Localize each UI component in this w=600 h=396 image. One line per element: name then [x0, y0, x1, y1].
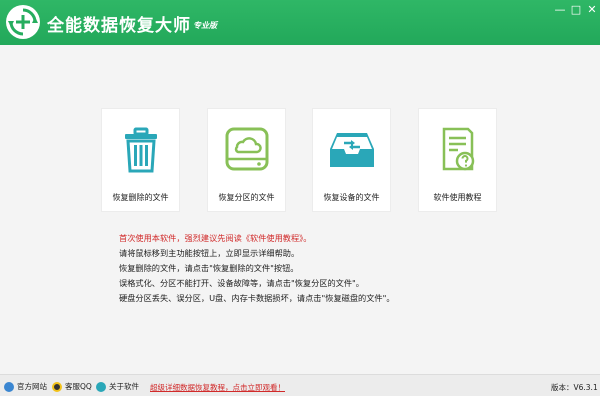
globe-icon	[4, 381, 14, 392]
info-icon	[96, 381, 106, 392]
trash-bin-icon	[102, 123, 179, 175]
version-number: V6.3.1	[573, 383, 598, 392]
recover-device-files-button[interactable]: 恢复设备的文件	[312, 108, 391, 212]
about-software-label: 关于软件	[109, 382, 139, 391]
hard-drive-icon	[208, 123, 285, 175]
main-panel: 恢复删除的文件 恢复分区的文件 恢复设备的文件 软件使用教程 首次使用本软件，强…	[0, 45, 600, 374]
device-tray-icon	[313, 123, 390, 175]
recover-deleted-files-button[interactable]: 恢复删除的文件	[101, 108, 180, 212]
tutorial-video-link[interactable]: 超级详细数据恢复教程，点击立即观看！	[150, 382, 285, 393]
help-document-icon	[419, 123, 496, 175]
help-notes: 首次使用本软件，强烈建议先阅读《软件使用教程》。 请将鼠标移到主功能按钮上，立即…	[119, 231, 519, 306]
close-button[interactable]: ✕	[582, 0, 600, 20]
official-site-link[interactable]: 官方网站	[4, 381, 47, 392]
version-info: 版本：V6.3.1	[551, 382, 598, 393]
about-software-link[interactable]: 关于软件	[96, 381, 139, 392]
tutorial-button[interactable]: 软件使用教程	[418, 108, 497, 212]
help-line: 恢复删除的文件，请点击"恢复删除的文件"按钮。	[119, 263, 299, 273]
status-bar: 官方网站 客服QQ 关于软件 超级详细数据恢复教程，点击立即观看！ 版本：V6.…	[0, 374, 600, 396]
official-site-label: 官方网站	[17, 382, 47, 391]
card-label: 恢复分区的文件	[218, 193, 275, 202]
version-label: 版本：	[551, 383, 574, 392]
help-line: 硬盘分区丢失、误分区，U盘、内存卡数据损坏，请点击"恢复磁盘的文件"。	[119, 293, 395, 303]
qq-icon	[52, 381, 62, 392]
app-title: 全能数据恢复大师	[47, 16, 191, 36]
title-bar: 全能数据恢复大师 专业版 — □ ✕	[0, 0, 600, 45]
help-line: 请将鼠标移到主功能按钮上，立即显示详细帮助。	[119, 248, 300, 258]
card-label: 恢复设备的文件	[323, 193, 380, 202]
tutorial-warning: 首次使用本软件，强烈建议先阅读《软件使用教程》。	[119, 233, 312, 243]
card-label: 恢复删除的文件	[112, 193, 169, 202]
edition-badge: 专业版	[193, 21, 217, 30]
recover-partition-files-button[interactable]: 恢复分区的文件	[207, 108, 286, 212]
app-logo-icon	[6, 5, 40, 39]
help-line: 误格式化、分区不能打开、设备故障等，请点击"恢复分区的文件"。	[119, 278, 364, 288]
support-qq-label: 客服QQ	[65, 382, 92, 391]
support-qq-link[interactable]: 客服QQ	[52, 381, 92, 392]
card-label: 软件使用教程	[433, 193, 482, 202]
